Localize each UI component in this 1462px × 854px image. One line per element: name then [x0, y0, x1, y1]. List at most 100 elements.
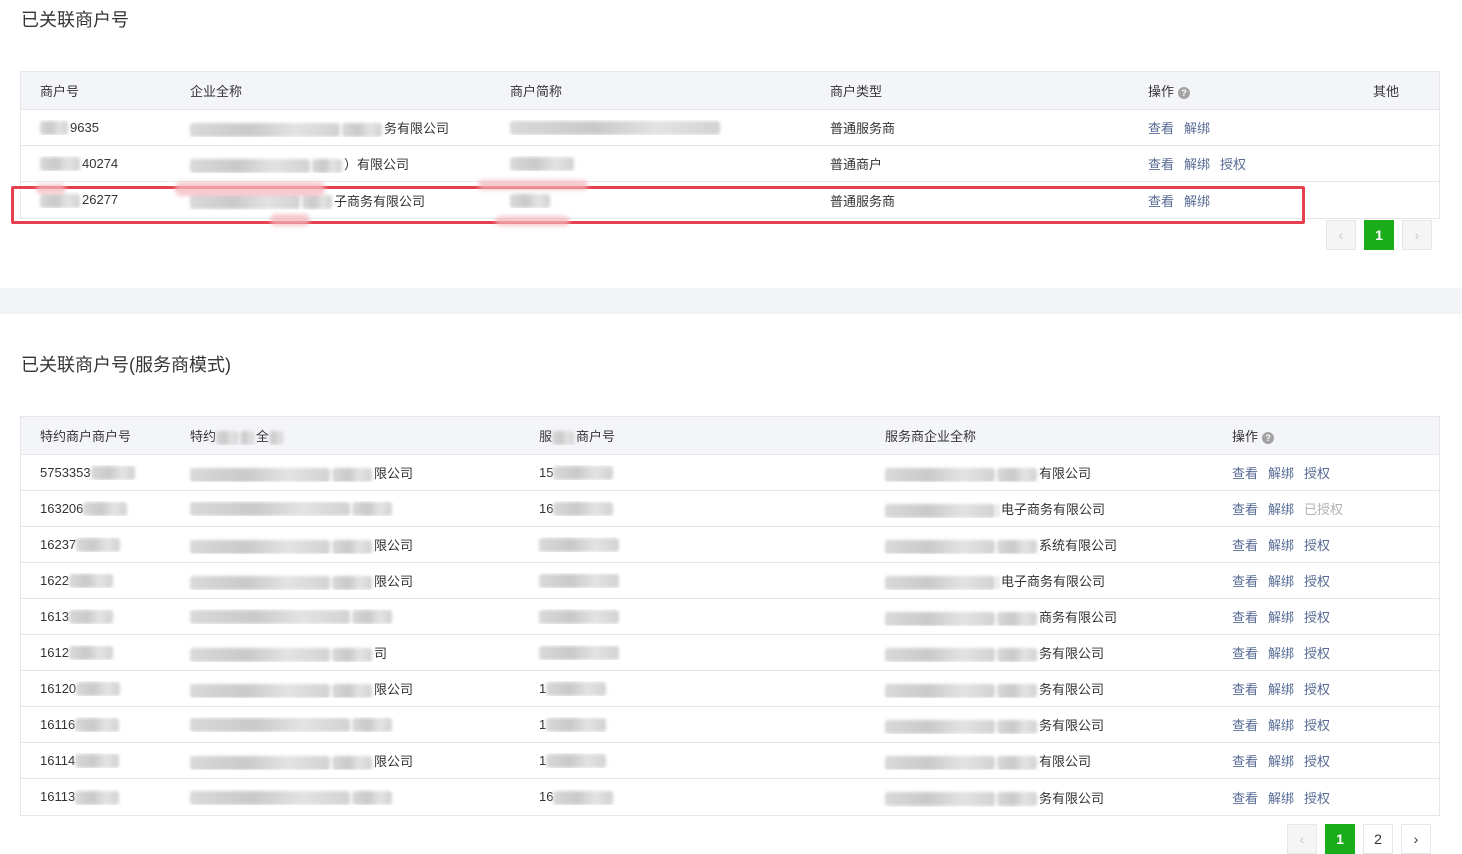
authorize-link[interactable]: 授权: [1304, 538, 1330, 553]
sp-company-name-text: 商务有限公司: [1039, 610, 1118, 625]
authorize-link[interactable]: 授权: [1304, 791, 1330, 806]
table-row: 1622 限公司 电子商务有限公司 查看 解绑 授权: [21, 563, 1439, 599]
table-row: 40274 ）有限公司 普通商户 查看 解绑 授权: [21, 146, 1439, 182]
sp-company-name-text: 有限公司: [1039, 754, 1092, 769]
redacted-text: [332, 755, 372, 770]
unbind-link[interactable]: 解绑: [1268, 646, 1294, 661]
redacted-text: [885, 683, 995, 698]
next-page-button[interactable]: ›: [1401, 824, 1431, 854]
sub-merchant-id-text: 16116: [40, 716, 76, 732]
unbind-link[interactable]: 解绑: [1268, 610, 1294, 625]
redacted-text: [352, 610, 392, 625]
unbind-link[interactable]: 解绑: [1268, 791, 1294, 806]
authorize-link[interactable]: 授权: [1304, 646, 1330, 661]
sp-merchant-id-text: 1: [539, 680, 547, 696]
unbind-link[interactable]: 解绑: [1268, 682, 1294, 697]
redacted-text: [190, 158, 310, 173]
sp-company-name-text: 务有限公司: [1039, 718, 1105, 733]
view-link[interactable]: 查看: [1148, 157, 1174, 172]
cell-actions: 查看 解绑 授权: [1213, 571, 1437, 590]
sub-company-name-text: 限公司: [374, 754, 414, 769]
view-link[interactable]: 查看: [1148, 121, 1174, 136]
unbind-link[interactable]: 解绑: [1268, 718, 1294, 733]
unbind-link[interactable]: 解绑: [1268, 574, 1294, 589]
redacted-text: [68, 574, 113, 589]
unbind-link[interactable]: 解绑: [1184, 157, 1210, 172]
unbind-link[interactable]: 解绑: [1268, 538, 1294, 553]
page-button-1[interactable]: 1: [1364, 220, 1394, 250]
cell-sp-merchant-id: [520, 645, 866, 661]
cell-sub-company-name: [171, 789, 520, 805]
table-row: 5753353 限公司 15 有限公司 查看 解绑 授权: [21, 455, 1439, 491]
unbind-link[interactable]: 解绑: [1268, 502, 1294, 517]
view-link[interactable]: 查看: [1232, 682, 1258, 697]
cell-actions: 查看 解绑 授权: [1213, 788, 1437, 807]
view-link[interactable]: 查看: [1232, 646, 1258, 661]
sp-company-name-text: 电子商务有限公司: [1001, 574, 1106, 589]
authorize-link[interactable]: 授权: [1220, 157, 1246, 172]
view-link[interactable]: 查看: [1232, 610, 1258, 625]
cell-sp-merchant-id: 16: [520, 789, 866, 805]
redacted-text: [510, 157, 574, 172]
authorize-link[interactable]: 授权: [1304, 466, 1330, 481]
redacted-text: [332, 683, 372, 698]
redacted-text: [40, 157, 80, 172]
view-link[interactable]: 查看: [1232, 502, 1258, 517]
redacted-text: [216, 430, 239, 445]
cell-sub-company-name: [171, 717, 520, 733]
cell-sub-company-name: 限公司: [171, 571, 520, 590]
cell-short-name: [491, 120, 811, 136]
authorize-link[interactable]: 授权: [1304, 610, 1330, 625]
cell-actions: 查看 解绑 授权: [1213, 679, 1437, 698]
redacted-text: [352, 790, 392, 805]
cell-actions: 查看 解绑 已授权: [1213, 499, 1437, 518]
redacted-text: [997, 611, 1037, 626]
view-link[interactable]: 查看: [1232, 791, 1258, 806]
redacted-text: [885, 503, 995, 518]
view-link[interactable]: 查看: [1232, 574, 1258, 589]
prev-page-button[interactable]: ‹: [1326, 220, 1356, 250]
sub-company-name-text: 限公司: [374, 682, 414, 697]
header-operation: 操作?: [1129, 81, 1354, 100]
cell-sub-merchant-id: 163206: [21, 501, 171, 517]
redacted-text: [553, 790, 614, 805]
view-link[interactable]: 查看: [1232, 466, 1258, 481]
prev-page-button[interactable]: ‹: [1287, 824, 1317, 854]
redaction-mark: [175, 182, 325, 196]
header-sub-company-name-tail: 全: [256, 429, 270, 444]
unbind-link[interactable]: 解绑: [1268, 754, 1294, 769]
cell-sp-merchant-id: 1: [520, 681, 866, 697]
view-link[interactable]: 查看: [1232, 718, 1258, 733]
redacted-text: [332, 575, 372, 590]
authorize-link[interactable]: 授权: [1304, 718, 1330, 733]
cell-sp-company-name: 系统有限公司: [866, 535, 1213, 554]
unbind-link[interactable]: 解绑: [1184, 121, 1210, 136]
redacted-text: [546, 682, 607, 697]
header-operation-label: 操作: [1148, 84, 1175, 99]
page-button-2[interactable]: 2: [1363, 824, 1393, 854]
cell-sp-company-name: 电子商务有限公司: [866, 499, 1213, 518]
view-link[interactable]: 查看: [1232, 538, 1258, 553]
cell-sp-merchant-id: [520, 609, 866, 625]
redacted-text: [190, 610, 350, 625]
view-link[interactable]: 查看: [1232, 754, 1258, 769]
authorize-link[interactable]: 授权: [1304, 682, 1330, 697]
unbind-link[interactable]: 解绑: [1268, 466, 1294, 481]
redacted-text: [190, 467, 330, 482]
table-header: 商户号 企业全称 商户简称 商户类型 操作? 其他: [21, 72, 1439, 110]
pagination-section1: ‹ 1 ›: [1326, 220, 1432, 250]
table-row: 163206 16 电子商务有限公司 查看 解绑 已授权: [21, 491, 1439, 527]
help-icon[interactable]: ?: [1178, 86, 1191, 99]
merchant-id-text: 9635: [70, 119, 99, 135]
redacted-text: [510, 121, 720, 136]
cell-actions: 查看 解绑 授权: [1213, 607, 1437, 626]
next-page-button[interactable]: ›: [1402, 220, 1432, 250]
page-button-1[interactable]: 1: [1325, 824, 1355, 854]
redacted-text: [190, 755, 330, 770]
cell-sub-company-name: [171, 501, 520, 517]
authorize-link[interactable]: 授权: [1304, 574, 1330, 589]
help-icon[interactable]: ?: [1262, 431, 1275, 444]
authorize-link[interactable]: 授权: [1304, 754, 1330, 769]
cell-sub-merchant-id: 16116: [21, 717, 171, 733]
cell-sp-company-name: 务有限公司: [866, 643, 1213, 662]
